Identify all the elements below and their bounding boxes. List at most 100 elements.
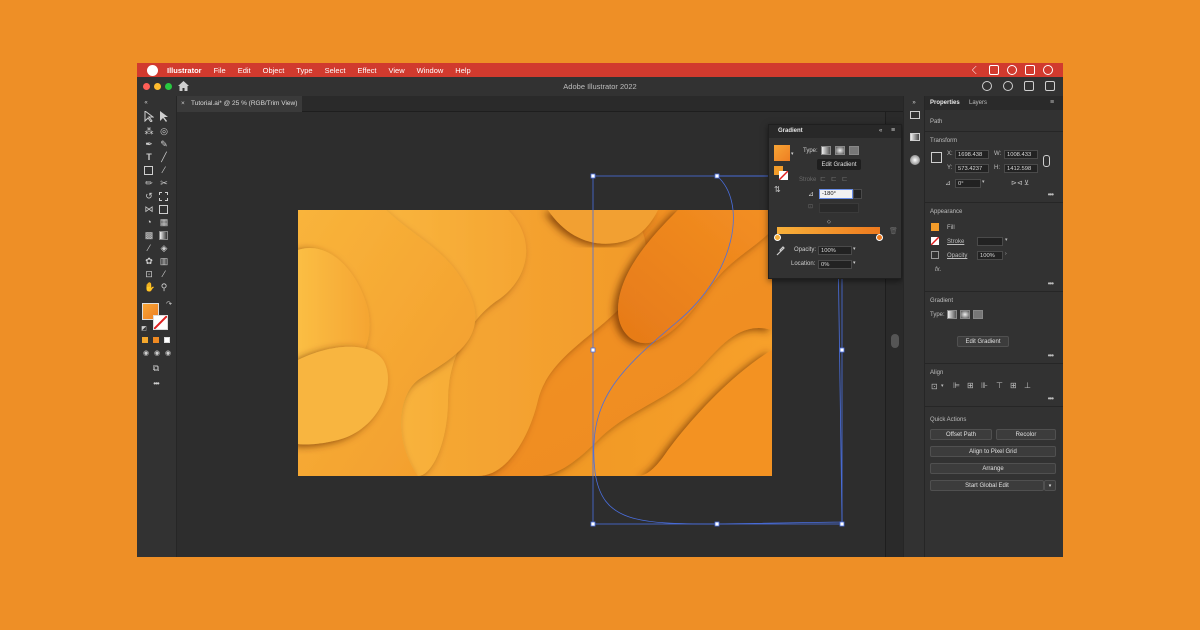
menu-help[interactable]: Help (455, 66, 470, 75)
graph-tool-icon[interactable]: ▥ (159, 256, 169, 266)
collapse-panel-icon[interactable]: « (879, 128, 882, 134)
stroke-indicator[interactable] (779, 171, 788, 180)
freeform-gradient-button[interactable] (849, 146, 859, 155)
gradient-panel-icon[interactable] (910, 133, 920, 141)
siri-icon[interactable] (1043, 65, 1053, 75)
align-more-options[interactable]: ••• (1048, 394, 1054, 403)
line-tool-icon[interactable]: ╱ (159, 152, 169, 162)
document-tab[interactable]: × Tutorial.ai* @ 25 % (RGB/Trim View) (177, 96, 302, 112)
radial-gradient-button[interactable] (960, 310, 970, 319)
apple-icon[interactable] (147, 64, 158, 76)
align-left-icon[interactable]: ⊫ (953, 381, 960, 390)
menu-file[interactable]: File (214, 66, 226, 75)
search-icon[interactable] (1007, 65, 1017, 75)
gradient-panel-header[interactable]: Gradient « ≡ (769, 125, 901, 138)
free-transform-icon[interactable] (159, 205, 168, 214)
draw-inside-icon[interactable]: ◉ (163, 349, 173, 359)
paintbrush-icon[interactable]: ⁄ (159, 165, 169, 175)
opacity-input[interactable]: 100% (977, 251, 1003, 260)
pen-tool-icon[interactable]: ✒ (144, 139, 154, 149)
reference-point-icon[interactable] (931, 152, 942, 163)
control-center-icon[interactable] (1025, 65, 1035, 75)
search-icon[interactable] (1003, 81, 1013, 91)
none-mode-icon[interactable] (164, 337, 170, 343)
stroke-weight-input[interactable] (977, 237, 1003, 246)
blend-tool-icon[interactable]: ◈ (159, 243, 169, 253)
flip-vertical-icon[interactable]: ⊻ (1024, 179, 1029, 187)
stroke-weight-dropdown-icon[interactable]: ▾ (1005, 237, 1008, 243)
panel-layout-icon[interactable] (1045, 81, 1055, 91)
linear-gradient-button[interactable] (947, 310, 957, 319)
panel-menu-icon[interactable]: ≡ (1050, 99, 1054, 106)
menu-window[interactable]: Window (417, 66, 444, 75)
align-top-icon[interactable]: ⊤ (996, 381, 1003, 390)
opacity-input[interactable]: 100% (818, 246, 852, 255)
opacity-arrow-icon[interactable]: › (1005, 251, 1007, 257)
width-input[interactable]: 1008.433 (1004, 150, 1038, 159)
magic-wand-icon[interactable]: ⁂ (144, 126, 154, 136)
flip-horizontal-icon[interactable]: ⊳⊲ (1011, 179, 1023, 187)
color-mode-icon[interactable] (142, 337, 148, 343)
app-menu[interactable]: Illustrator (167, 66, 202, 75)
panel-menu-icon[interactable]: ≡ (891, 127, 895, 134)
appearance-panel-icon[interactable] (910, 155, 920, 165)
x-input[interactable]: 1698.438 (955, 150, 989, 159)
shape-builder-icon[interactable]: ◔ (144, 217, 154, 227)
menu-select[interactable]: Select (325, 66, 346, 75)
location-dropdown-icon[interactable]: ▾ (853, 260, 856, 266)
menu-edit[interactable]: Edit (238, 66, 251, 75)
libraries-panel-icon[interactable] (910, 111, 920, 119)
display-icon[interactable] (989, 65, 999, 75)
curvature-tool-icon[interactable]: ✎ (159, 139, 169, 149)
collapse-icon[interactable]: « (141, 98, 151, 108)
hand-tool-icon[interactable]: ✋ (144, 282, 155, 292)
artboard-tool-icon[interactable]: ⊡ (144, 269, 154, 279)
global-edit-options-dropdown[interactable]: ▾ (1044, 480, 1056, 491)
constrain-proportions-icon[interactable] (1043, 155, 1050, 167)
selection-tool-icon[interactable] (144, 111, 154, 122)
menu-effect[interactable]: Effect (357, 66, 376, 75)
fx-button[interactable]: fx. (935, 267, 941, 273)
tab-properties[interactable]: Properties (930, 100, 960, 106)
rotate-input[interactable]: 0° (955, 179, 981, 188)
gradient-mode-icon[interactable] (153, 337, 159, 343)
opacity-label[interactable]: Opacity (947, 253, 967, 259)
edit-toolbar-icon[interactable]: ••• (151, 379, 161, 389)
gradient-fill-swatch[interactable] (774, 145, 790, 161)
cloud-user-icon[interactable] (982, 81, 992, 91)
y-input[interactable]: 573.4237 (955, 164, 989, 173)
swatch-dropdown-icon[interactable]: ▾ (791, 151, 794, 157)
menu-object[interactable]: Object (263, 66, 285, 75)
chevron-left-icon[interactable] (971, 65, 981, 75)
angle-dropdown[interactable] (853, 189, 862, 199)
angle-input[interactable]: -180° (819, 189, 853, 199)
default-colors-icon[interactable]: ◩ (139, 324, 149, 334)
freeform-gradient-button[interactable] (973, 310, 983, 319)
lasso-icon[interactable]: ◎ (159, 126, 169, 136)
direct-selection-tool-icon[interactable] (159, 111, 169, 122)
stroke-swatch[interactable] (153, 315, 168, 330)
recolor-button[interactable]: Recolor (996, 429, 1056, 440)
swap-fill-stroke-icon[interactable]: ↷ (164, 300, 174, 310)
align-vertical-center-icon[interactable]: ⊞ (1010, 381, 1017, 390)
menu-view[interactable]: View (388, 66, 404, 75)
pencil-tool-icon[interactable]: ✏ (144, 178, 154, 188)
stroke-swatch-small[interactable] (931, 237, 939, 245)
align-bottom-icon[interactable]: ⊥ (1024, 381, 1031, 390)
radial-gradient-button[interactable] (835, 146, 845, 155)
expand-panels-icon[interactable]: » (909, 98, 919, 108)
eyedropper-icon[interactable]: ⁄ (144, 243, 154, 253)
align-to-icon[interactable]: ⊡ (931, 382, 938, 391)
align-to-pixel-grid-button[interactable]: Align to Pixel Grid (930, 446, 1056, 457)
fill-swatch-small[interactable] (931, 223, 939, 231)
linear-gradient-button[interactable] (821, 146, 831, 155)
opacity-dropdown-icon[interactable]: ▾ (853, 246, 856, 252)
perspective-grid-icon[interactable]: ▦ (159, 217, 169, 227)
mesh-tool-icon[interactable]: ▩ (144, 230, 154, 240)
scale-tool-icon[interactable] (159, 192, 168, 201)
delete-stop-icon[interactable]: 🗑 (889, 227, 898, 235)
gradient-ramp-slider[interactable] (777, 227, 880, 234)
location-input[interactable]: 0% (818, 260, 852, 269)
gradient-stop-start[interactable] (774, 234, 781, 241)
close-tab-icon[interactable]: × (181, 96, 185, 112)
